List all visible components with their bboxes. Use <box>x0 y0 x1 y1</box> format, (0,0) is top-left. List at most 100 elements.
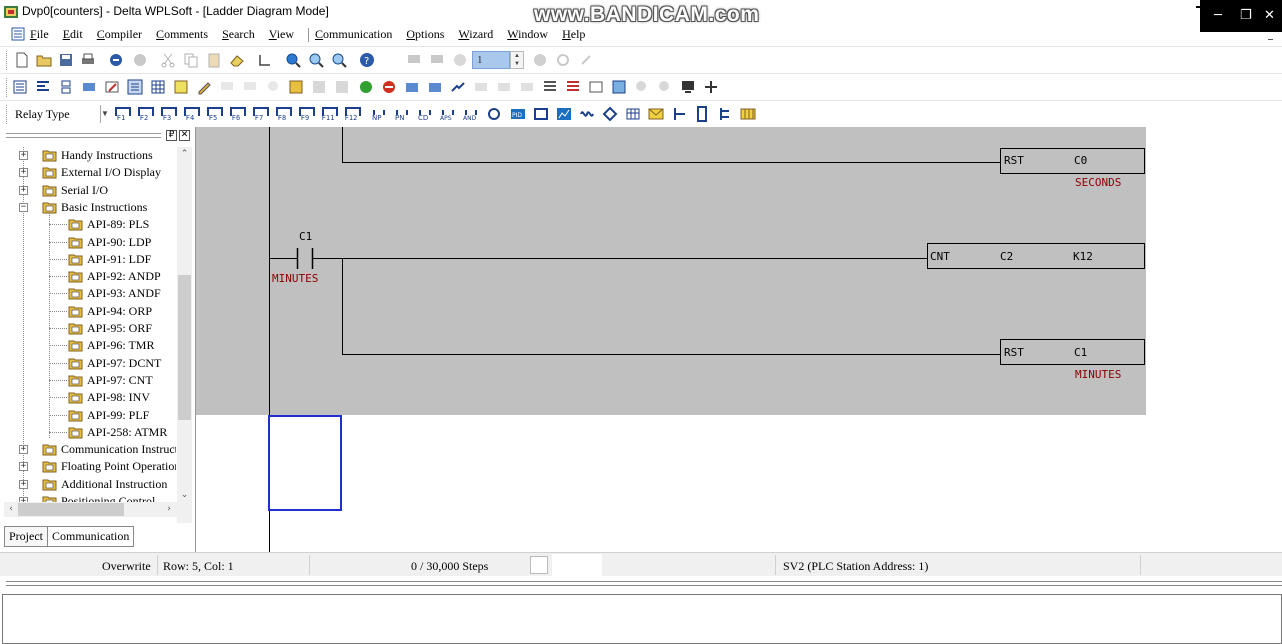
pn-contact-icon[interactable]: PN <box>394 106 410 122</box>
scroll-thumb[interactable] <box>178 275 191 420</box>
new-file-icon[interactable] <box>14 52 30 68</box>
stop-mode-icon[interactable] <box>381 79 397 95</box>
relay-type-dropdown-icon[interactable]: ▼ <box>100 105 109 123</box>
tab-communication[interactable]: Communication <box>47 526 135 547</box>
cd-contact-icon[interactable]: CD <box>417 106 433 122</box>
step-spin-arrows[interactable]: ▲ ▼ <box>510 51 524 69</box>
fkey-f4-icon[interactable]: F4 <box>181 105 200 124</box>
list2-icon[interactable] <box>565 79 581 95</box>
save-icon[interactable] <box>58 52 74 68</box>
output-splitter[interactable] <box>0 576 1282 594</box>
picture-icon[interactable] <box>611 79 627 95</box>
table-block-icon[interactable] <box>625 106 641 122</box>
wave-icon[interactable] <box>579 106 595 122</box>
scroll-down-icon[interactable]: ⌄ <box>177 488 192 502</box>
table-icon[interactable] <box>150 79 166 95</box>
panel-close-icon[interactable]: ✕ <box>179 130 190 141</box>
network-icon[interactable] <box>703 79 719 95</box>
zoom-icon[interactable] <box>285 52 301 68</box>
download-icon[interactable] <box>427 79 443 95</box>
menu-help[interactable]: Help <box>562 27 585 42</box>
code-icon[interactable] <box>473 79 489 95</box>
device-monitor-icon[interactable] <box>288 79 304 95</box>
block-grid-icon[interactable] <box>740 106 756 122</box>
expand-icon[interactable]: + <box>19 479 28 489</box>
ladder-mode-icon[interactable] <box>12 79 28 95</box>
monitor-pc-icon[interactable] <box>680 79 696 95</box>
search-device-icon[interactable] <box>634 79 650 95</box>
fkey-f12-icon[interactable]: F12 <box>342 105 361 124</box>
np-contact-icon[interactable]: NP <box>371 106 387 122</box>
fkey-f8-icon[interactable]: F8 <box>273 105 292 124</box>
pin-icon[interactable]: ₽ <box>166 130 177 141</box>
undo-icon[interactable] <box>108 52 124 68</box>
expand-icon[interactable]: + <box>19 168 28 178</box>
expand-icon[interactable]: + <box>19 151 28 160</box>
and-icon[interactable]: AND <box>463 106 479 122</box>
clock-icon[interactable] <box>452 52 468 68</box>
relay-type-select[interactable]: Relay Type <box>15 107 70 122</box>
menu-wizard[interactable]: Wizard <box>458 27 493 42</box>
menu-search[interactable]: Search <box>222 27 255 42</box>
code2-icon[interactable] <box>496 79 512 95</box>
branch-icon[interactable] <box>671 106 687 122</box>
menu-edit[interactable]: Edit <box>63 27 83 42</box>
comment-icon[interactable] <box>219 79 235 95</box>
stop-icon[interactable] <box>532 52 548 68</box>
close-button[interactable]: ✕ <box>1264 8 1275 23</box>
wiring-icon[interactable] <box>257 52 273 68</box>
fkey-f11-icon[interactable]: F11 <box>319 105 338 124</box>
pid-icon[interactable]: PID <box>510 106 526 122</box>
help-icon[interactable]: ? <box>359 52 375 68</box>
run-icon[interactable] <box>578 52 594 68</box>
chart-icon[interactable] <box>556 106 572 122</box>
fkey-f1-icon[interactable]: F1 <box>112 105 131 124</box>
fkey-f5-icon[interactable]: F5 <box>204 105 223 124</box>
compile-icon[interactable] <box>81 79 97 95</box>
device-comment-icon[interactable] <box>127 79 143 95</box>
scroll-right-icon[interactable]: › <box>162 502 176 517</box>
menu-view[interactable]: View <box>269 27 294 42</box>
panel-grip[interactable] <box>6 133 161 138</box>
fkey-f7-icon[interactable]: F7 <box>250 105 269 124</box>
expand-icon[interactable]: + <box>19 185 28 195</box>
fkey-f2-icon[interactable]: F2 <box>135 105 154 124</box>
fkey-f3-icon[interactable]: F3 <box>158 105 177 124</box>
zoom-in-icon[interactable] <box>308 52 324 68</box>
edit-cursor[interactable] <box>268 415 342 511</box>
ladder-diagram-area[interactable]: RST C0 SECONDS C1 MINUTES CNT C2 K12 RST… <box>196 127 1282 552</box>
function-block-icon[interactable] <box>533 106 549 122</box>
monitor-edit-icon[interactable] <box>429 52 445 68</box>
sfc-mode-icon[interactable] <box>58 79 74 95</box>
connect-icon[interactable] <box>450 79 466 95</box>
open-folder-icon[interactable] <box>36 52 52 68</box>
vertical-line-icon[interactable] <box>694 106 710 122</box>
output-window[interactable] <box>2 594 1282 644</box>
grid-icon[interactable] <box>173 79 189 95</box>
coil-icon[interactable] <box>486 106 502 122</box>
restore-button[interactable]: ❐ <box>1240 8 1252 23</box>
eraser-icon[interactable] <box>229 52 245 68</box>
expand-icon[interactable]: + <box>19 462 28 472</box>
scroll-up-icon[interactable]: ⌃ <box>177 147 192 161</box>
delete-line-icon[interactable] <box>717 106 733 122</box>
zoom-out-icon[interactable] <box>331 52 347 68</box>
menu-comments[interactable]: Comments <box>156 27 208 42</box>
menu-window[interactable]: Window <box>507 27 548 42</box>
menu-options[interactable]: Options <box>406 27 444 42</box>
block2-icon[interactable] <box>334 79 350 95</box>
scroll-left-icon[interactable]: ‹ <box>4 502 18 517</box>
menu-communication[interactable]: Communication <box>315 27 392 42</box>
copy-icon[interactable] <box>183 52 199 68</box>
upload-icon[interactable] <box>404 79 420 95</box>
instruction-mode-icon[interactable] <box>35 79 51 95</box>
search-device2-icon[interactable] <box>657 79 673 95</box>
block-icon[interactable] <box>311 79 327 95</box>
menu-compiler[interactable]: Compiler <box>97 27 142 42</box>
step-spin-input[interactable]: 1 <box>472 51 510 69</box>
mail-icon[interactable] <box>648 106 664 122</box>
minimize-button[interactable]: ─ <box>1214 8 1222 23</box>
refresh-icon[interactable] <box>555 52 571 68</box>
expand-icon[interactable]: + <box>19 445 28 455</box>
edit-comment-icon[interactable] <box>104 79 120 95</box>
